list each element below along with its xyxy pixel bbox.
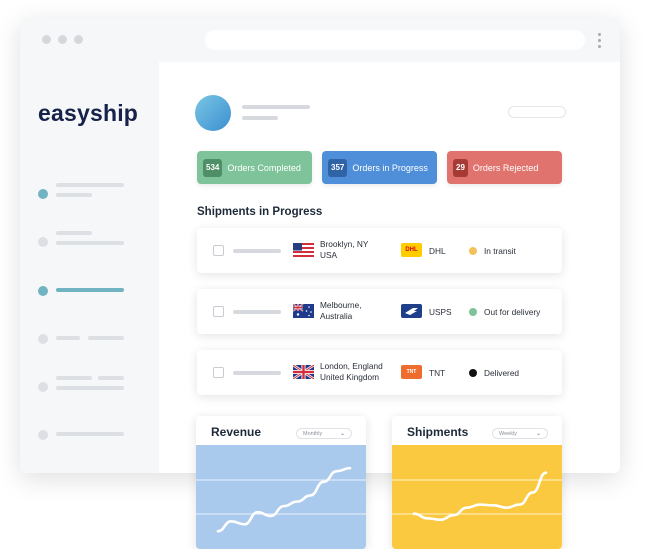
row-checkbox[interactable] — [213, 245, 224, 256]
title-bar — [20, 18, 620, 62]
location-line1: Melbourne, — [320, 300, 362, 310]
chevron-down-icon: ⌄ — [535, 431, 541, 437]
row-checkbox[interactable] — [213, 306, 224, 317]
orders-in-progress-count: 357 — [328, 158, 348, 177]
location-line2: USA — [320, 250, 338, 260]
location: Brooklyn, NY USA — [320, 239, 386, 261]
shipments-period-value: Weekly — [499, 431, 517, 437]
tnt-logo-icon: TNT — [401, 365, 422, 379]
window-dot-icon[interactable] — [42, 35, 51, 44]
au-flag-icon — [293, 304, 314, 318]
shipments-card: Shipments Weekly ⌄ — [392, 416, 562, 549]
shipments-chart-area — [392, 445, 562, 549]
shipments-title: Shipments — [407, 425, 469, 439]
uk-flag-icon — [293, 365, 314, 379]
sidebar-item[interactable] — [38, 375, 148, 399]
nav-dot-icon — [38, 237, 48, 247]
shipment-row[interactable]: Melbourne, Australia USPS Out for delive… — [197, 289, 562, 334]
section-title: Shipments in Progress — [197, 206, 323, 218]
sidebar-item[interactable] — [38, 182, 148, 206]
window-dot-icon[interactable] — [58, 35, 67, 44]
revenue-chart-area — [196, 445, 366, 549]
shipment-status: Delivered — [484, 368, 520, 378]
profile-subtitle-placeholder — [242, 116, 278, 120]
shipments-period-select[interactable]: Weekly ⌄ — [492, 428, 548, 439]
carrier-name: DHL — [429, 246, 446, 256]
sidebar-item[interactable] — [38, 230, 148, 254]
location-line1: London, England — [320, 361, 383, 371]
carrier-name: TNT — [429, 368, 446, 378]
shipment-status: In transit — [484, 246, 516, 256]
us-flag-icon — [293, 243, 314, 257]
address-bar[interactable] — [205, 30, 585, 50]
orders-rejected-badge[interactable]: 29 Orders Rejected — [447, 151, 562, 184]
revenue-period-value: Monthly — [303, 431, 323, 437]
avatar[interactable] — [195, 95, 231, 131]
shipment-row[interactable]: Brooklyn, NY USA DHL DHL In transit — [197, 228, 562, 273]
nav-dot-icon — [38, 382, 48, 392]
window-dot-icon[interactable] — [74, 35, 83, 44]
row-checkbox[interactable] — [213, 367, 224, 378]
orders-completed-label: Orders Completed — [227, 162, 301, 173]
shipment-status: Out for delivery — [484, 307, 541, 317]
orders-in-progress-label: Orders in Progress — [352, 162, 428, 173]
orders-completed-count: 534 — [203, 158, 223, 177]
sidebar-item[interactable] — [38, 423, 148, 447]
revenue-title: Revenue — [211, 425, 262, 439]
sidebar: easyship — [20, 62, 159, 473]
carrier-name: USPS — [429, 307, 452, 317]
header-action-pill[interactable] — [508, 106, 566, 118]
profile-name-placeholder — [242, 105, 310, 109]
revenue-card: Revenue Monthly ⌄ — [196, 416, 366, 549]
shipment-row[interactable]: London, England United Kingdom TNT TNT D… — [197, 350, 562, 395]
location-line2: United Kingdom — [320, 372, 380, 382]
usps-eagle-icon — [401, 304, 422, 318]
status-dot-icon — [469, 369, 477, 377]
orders-completed-badge[interactable]: 534 Orders Completed — [197, 151, 312, 184]
nav-dot-icon — [38, 430, 48, 440]
revenue-chart — [196, 445, 366, 549]
location: Melbourne, Australia — [320, 300, 386, 322]
tracking-placeholder — [233, 371, 281, 375]
location-line2: Australia — [320, 311, 353, 321]
status-dot-icon — [469, 308, 477, 316]
tracking-placeholder — [233, 310, 281, 314]
chevron-down-icon: ⌄ — [339, 431, 345, 437]
tracking-placeholder — [233, 249, 281, 253]
nav-dot-icon — [38, 286, 48, 296]
status-dot-icon — [469, 247, 477, 255]
kebab-menu-icon[interactable] — [598, 33, 602, 49]
orders-in-progress-badge[interactable]: 357 Orders in Progress — [322, 151, 437, 184]
nav-dot-icon — [38, 189, 48, 199]
location: London, England United Kingdom — [320, 361, 386, 383]
sidebar-item[interactable] — [38, 327, 148, 351]
location-line1: Brooklyn, NY — [320, 239, 369, 249]
nav-dot-icon — [38, 334, 48, 344]
orders-rejected-count: 29 — [453, 158, 468, 177]
revenue-period-select[interactable]: Monthly ⌄ — [296, 428, 352, 439]
dhl-logo-icon: DHL — [401, 243, 422, 257]
sidebar-item-active[interactable] — [38, 279, 148, 303]
logo: easyship — [38, 100, 139, 126]
shipments-chart — [392, 445, 562, 549]
orders-rejected-label: Orders Rejected — [472, 162, 539, 173]
